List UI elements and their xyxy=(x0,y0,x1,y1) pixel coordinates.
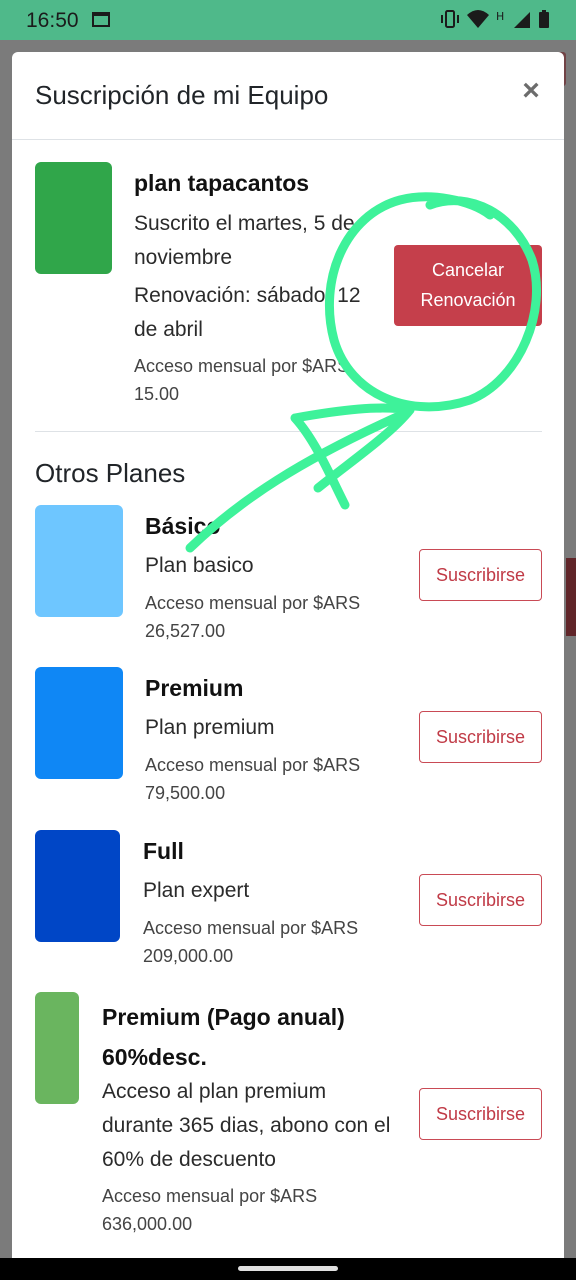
subscription-modal: Suscripción de mi Equipo × plan tapacant… xyxy=(12,52,564,1280)
plan-description: Plan expert xyxy=(143,879,250,902)
calendar-icon xyxy=(92,12,110,27)
current-plan-name: plan tapacantos xyxy=(134,170,310,196)
current-plan-swatch xyxy=(35,162,112,274)
signal-icon xyxy=(514,12,530,28)
current-plan-price: Acceso mensual por $ARS 15.00 xyxy=(134,356,350,404)
background-edge xyxy=(566,558,576,636)
navigation-bar xyxy=(0,1258,576,1280)
close-button[interactable]: × xyxy=(516,76,546,106)
subscribe-button[interactable]: Suscribirse xyxy=(419,711,542,763)
plan-swatch xyxy=(35,830,120,942)
plan-name: Básico xyxy=(145,513,221,539)
plan-name: Premium (Pago anual) 60%desc. xyxy=(102,1004,345,1070)
modal-header: Suscripción de mi Equipo × xyxy=(12,52,564,140)
divider xyxy=(35,431,542,432)
plan-name: Premium xyxy=(145,675,244,701)
other-plans-title: Otros Planes xyxy=(35,458,186,488)
subscribe-button[interactable]: Suscribirse xyxy=(419,1088,542,1140)
status-bar: 16:50 H xyxy=(0,0,576,40)
plan-description: Plan basico xyxy=(145,554,254,577)
home-handle[interactable] xyxy=(238,1266,338,1271)
plan-name: Full xyxy=(143,838,184,864)
plan-swatch xyxy=(35,667,123,779)
modal-title: Suscripción de mi Equipo xyxy=(35,80,329,110)
wifi-icon xyxy=(467,10,489,28)
current-plan-renewal: Renovación: sábado, 12 de abril xyxy=(134,284,361,341)
plan-price: Acceso mensual por $ARS 26,527.00 xyxy=(145,593,361,641)
status-time: 16:50 xyxy=(26,9,79,32)
cancel-renewal-button[interactable]: Cancelar Renovación xyxy=(394,245,542,326)
status-icons: H xyxy=(440,8,550,30)
subscribe-button[interactable]: Suscribirse xyxy=(419,549,542,601)
plan-swatch xyxy=(35,505,123,617)
current-plan-subscribed: Suscrito el martes, 5 de noviembre xyxy=(134,212,355,269)
subscribe-button[interactable]: Suscribirse xyxy=(419,874,542,926)
h-network-icon: H xyxy=(496,10,504,23)
battery-icon xyxy=(539,10,549,28)
plan-price: Acceso mensual por $ARS 209,000.00 xyxy=(143,918,359,966)
plan-description: Plan premium xyxy=(145,716,275,739)
svg-text:H: H xyxy=(496,10,504,23)
plan-price: Acceso mensual por $ARS 79,500.00 xyxy=(145,755,361,803)
plan-price: Acceso mensual por $ARS 636,000.00 xyxy=(102,1186,318,1234)
plan-description: Acceso al plan premium durante 365 dias,… xyxy=(102,1080,391,1171)
vibrate-icon xyxy=(441,10,459,28)
plan-swatch xyxy=(35,992,79,1104)
